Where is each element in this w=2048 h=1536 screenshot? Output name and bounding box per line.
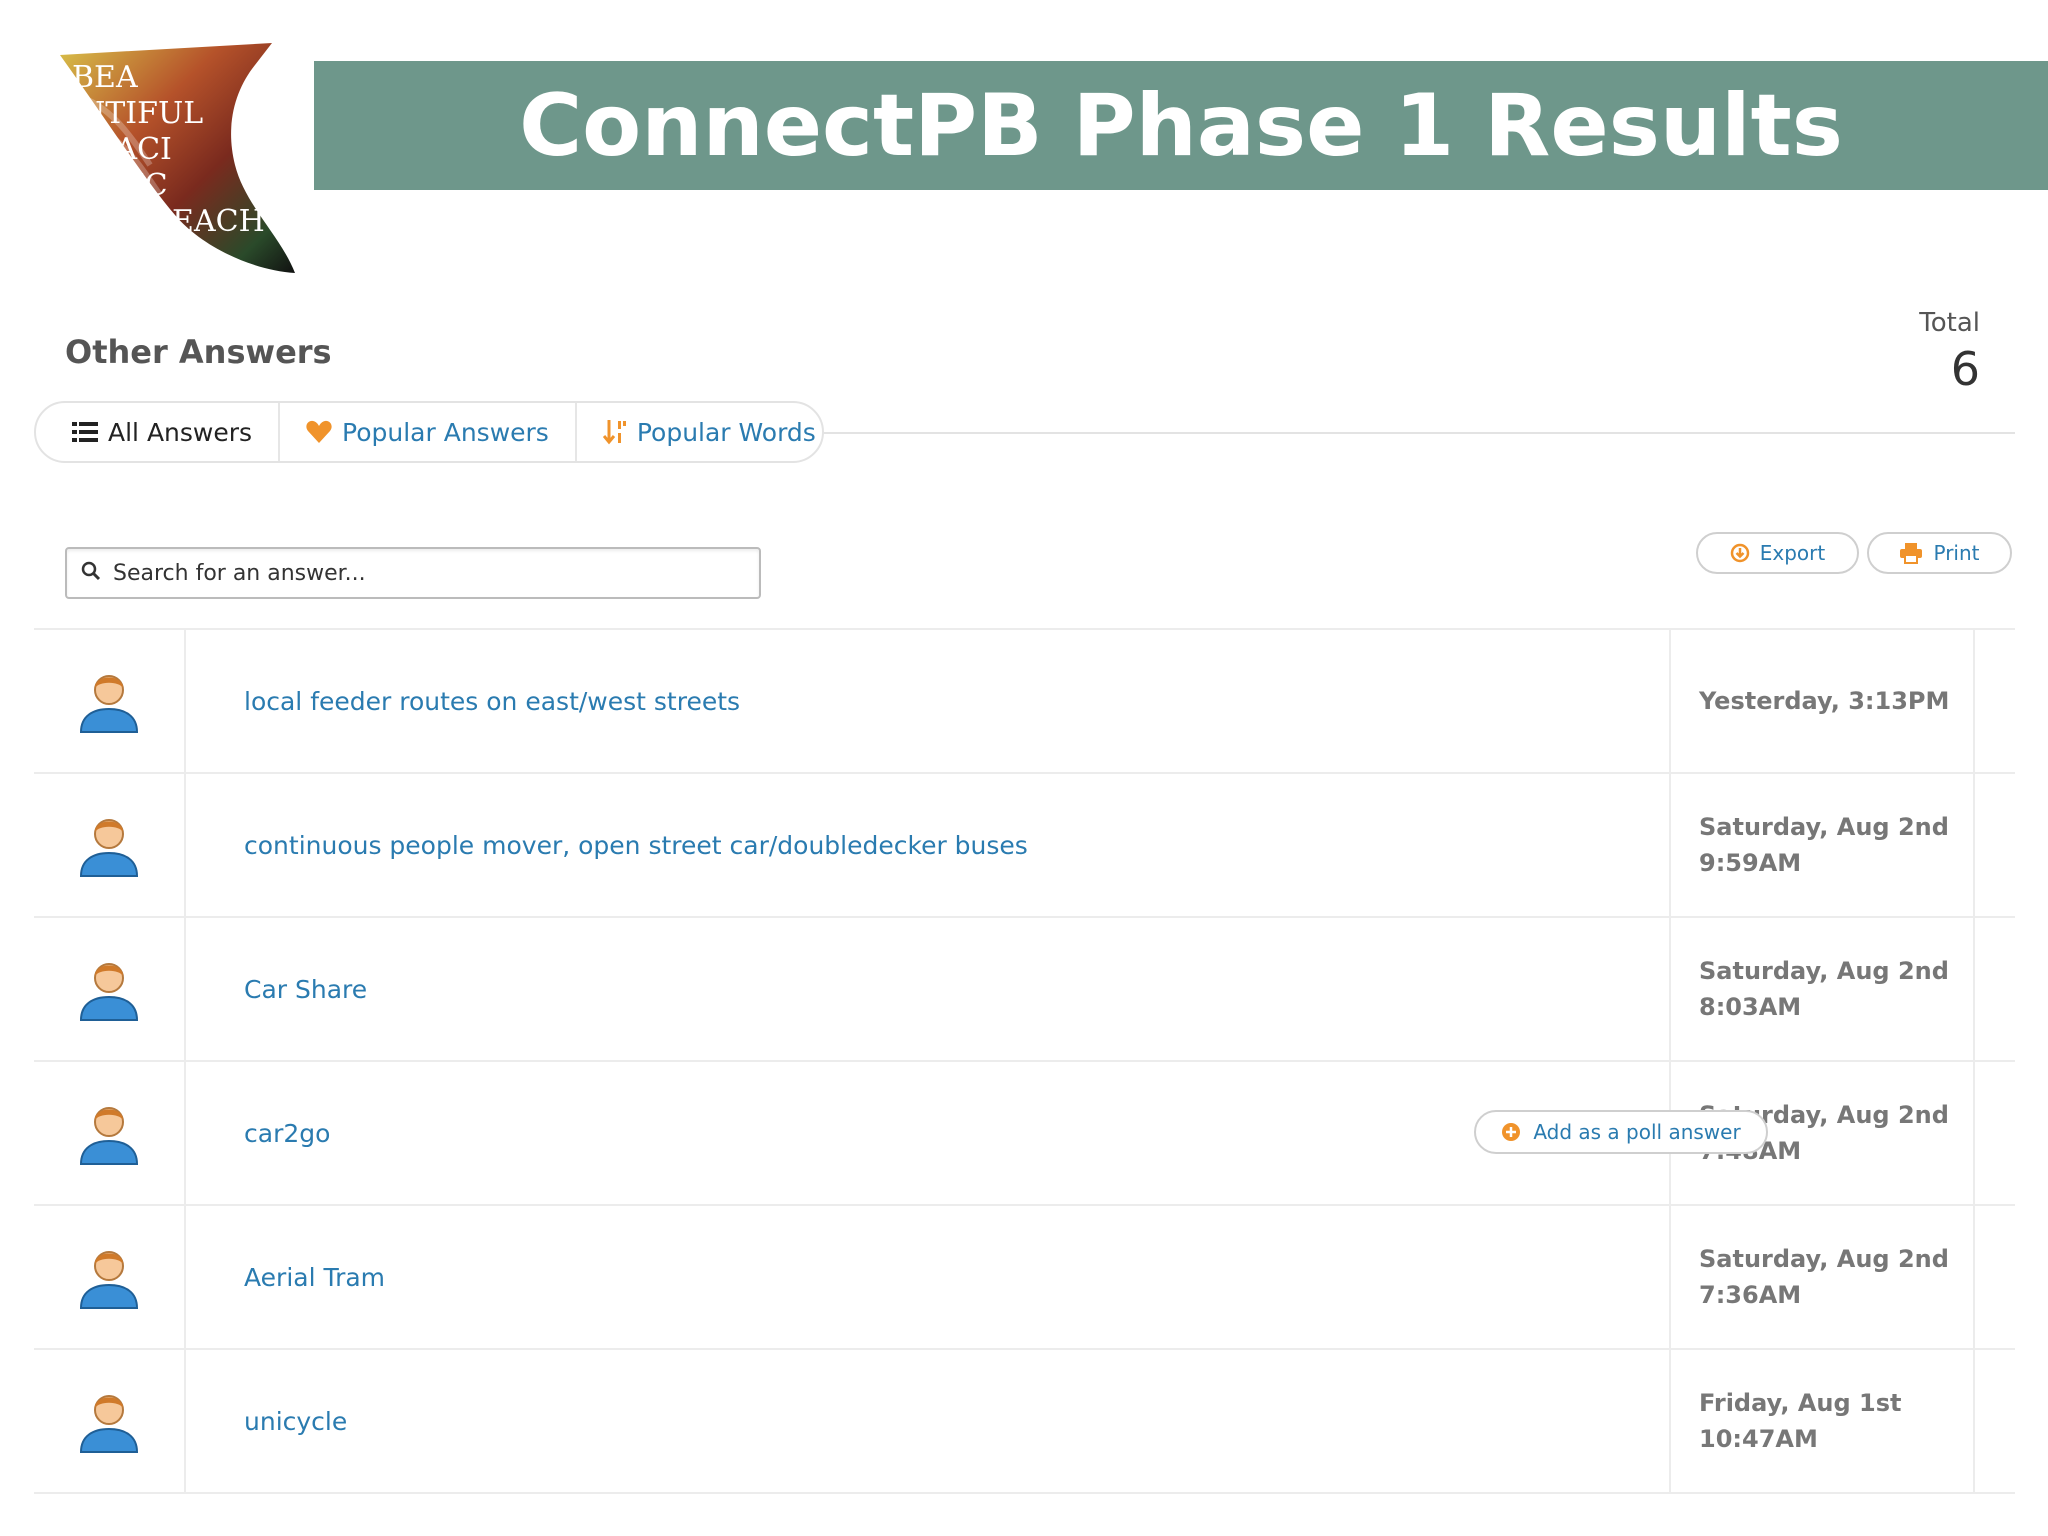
- answer-date-line1: Yesterday, 3:13PM: [1699, 687, 1950, 715]
- answer-row: continuous people mover, open street car…: [34, 774, 2015, 918]
- answer-text[interactable]: car2go: [244, 1119, 330, 1148]
- answer-date-line2: 7:36AM: [1699, 1281, 1802, 1309]
- export-label: Export: [1759, 541, 1826, 565]
- tab-popular-words-label: Popular Words: [636, 417, 816, 447]
- user-icon: [79, 819, 139, 877]
- answer-date: Saturday, Aug 2nd 9:59AM: [1669, 774, 1975, 916]
- plus-circle-icon: [1501, 1122, 1521, 1142]
- answer-date-line1: Saturday, Aug 2nd: [1699, 813, 1949, 841]
- sort-icon: [602, 419, 627, 445]
- avatar: [34, 630, 186, 772]
- answer-text[interactable]: unicycle: [244, 1407, 347, 1436]
- logo-text-4: FIC: [112, 168, 168, 203]
- add-poll-answer-label: Add as a poll answer: [1533, 1120, 1741, 1144]
- tab-all-answers-label: All Answers: [108, 417, 253, 447]
- answer-date-line2: 8:03AM: [1699, 993, 1802, 1021]
- download-icon: [1730, 543, 1750, 563]
- answer-text[interactable]: local feeder routes on east/west streets: [244, 687, 740, 716]
- answer-row: Car Share Saturday, Aug 2nd 8:03AM: [34, 918, 2015, 1062]
- answer-row: car2go Add as a poll answer Saturday, Au…: [34, 1062, 2015, 1206]
- heart-icon: [306, 420, 332, 444]
- list-icon: [72, 421, 98, 443]
- title-banner: ConnectPB Phase 1 Results: [314, 61, 2048, 190]
- answer-date-line2: 10:47AM: [1699, 1425, 1818, 1453]
- page-title: ConnectPB Phase 1 Results: [519, 75, 1843, 176]
- search-box: [65, 547, 761, 599]
- tab-popular-answers-label: Popular Answers: [342, 417, 549, 447]
- user-icon: [79, 1251, 139, 1309]
- export-button[interactable]: Export: [1696, 532, 1859, 574]
- answer-date: Saturday, Aug 2nd 7:36AM: [1669, 1206, 1975, 1348]
- search-icon: [81, 561, 101, 586]
- section-title: Other Answers: [65, 333, 332, 371]
- print-button[interactable]: Print: [1867, 532, 2012, 574]
- answer-tabs: All Answers Popular Answers Popular Word…: [34, 401, 824, 463]
- answer-date-line2: 9:59AM: [1699, 849, 1802, 877]
- answer-date: Saturday, Aug 2nd 8:03AM: [1669, 918, 1975, 1060]
- total-count: 6: [1950, 342, 1980, 396]
- avatar: [34, 774, 186, 916]
- logo-text-3: PACI: [98, 132, 172, 167]
- answer-text[interactable]: Aerial Tram: [244, 1263, 385, 1292]
- answers-table: local feeder routes on east/west streets…: [34, 628, 2015, 1494]
- avatar: [34, 1062, 186, 1204]
- logo-text-5: BEACH: [150, 204, 265, 239]
- answer-date: Friday, Aug 1st 10:47AM: [1669, 1350, 1975, 1492]
- logo-text-2: UTIFUL: [80, 96, 203, 131]
- user-icon: [79, 963, 139, 1021]
- user-icon: [79, 1107, 139, 1165]
- user-icon: [79, 675, 139, 733]
- answer-text[interactable]: Car Share: [244, 975, 367, 1004]
- beautiful-pacific-beach-logo: BEA UTIFUL PACI FIC BEACH: [50, 35, 310, 280]
- tab-popular-answers[interactable]: Popular Answers: [280, 403, 575, 461]
- search-input[interactable]: [113, 560, 759, 586]
- answer-text[interactable]: continuous people mover, open street car…: [244, 831, 1028, 860]
- answer-date-line1: Saturday, Aug 2nd: [1699, 957, 1949, 985]
- logo-text-1: BEA: [72, 60, 138, 95]
- tab-popular-words[interactable]: Popular Words: [574, 403, 842, 461]
- avatar: [34, 1350, 186, 1492]
- tab-all-answers[interactable]: All Answers: [72, 403, 281, 461]
- user-icon: [79, 1395, 139, 1453]
- answer-row: Aerial Tram Saturday, Aug 2nd 7:36AM: [34, 1206, 2015, 1350]
- answer-date: Yesterday, 3:13PM: [1669, 630, 1975, 772]
- answer-row: unicycle Friday, Aug 1st 10:47AM: [34, 1350, 2015, 1494]
- tabs-divider: [820, 432, 2015, 434]
- total-label: Total: [1919, 308, 1980, 338]
- avatar: [34, 918, 186, 1060]
- printer-icon: [1899, 542, 1923, 564]
- print-label: Print: [1933, 541, 1980, 565]
- answer-row: local feeder routes on east/west streets…: [34, 630, 2015, 774]
- avatar: [34, 1206, 186, 1348]
- answer-date-line1: Saturday, Aug 2nd: [1699, 1245, 1949, 1273]
- answer-date-line1: Friday, Aug 1st: [1699, 1389, 1902, 1417]
- add-poll-answer-button[interactable]: Add as a poll answer: [1474, 1110, 1768, 1154]
